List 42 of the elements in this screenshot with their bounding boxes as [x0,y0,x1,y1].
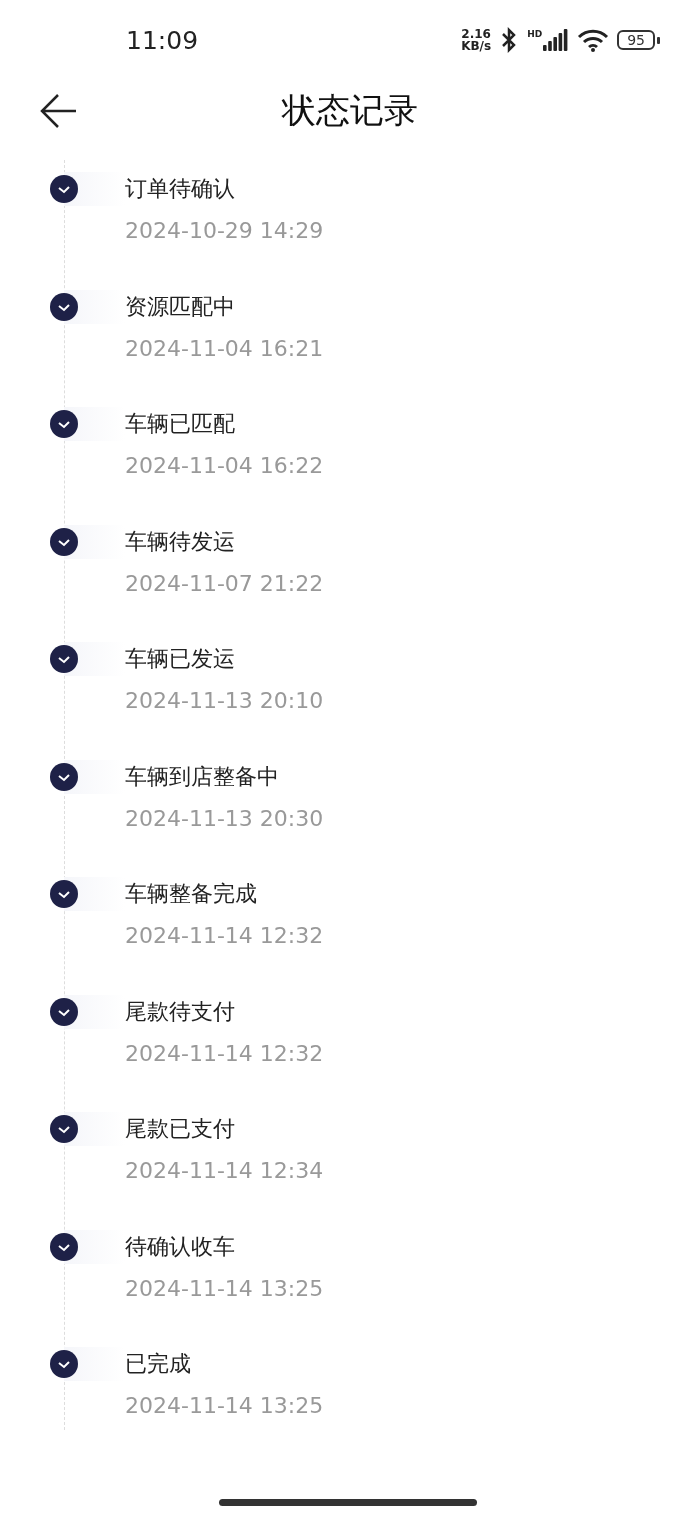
status-title: 已完成 [125,1350,192,1378]
check-circle-icon [50,762,78,791]
check-circle-icon [50,997,78,1026]
clock-time: 11:09 [126,25,199,55]
check-circle-icon [50,880,78,908]
status-time: 2024-11-14 13:25 [125,1275,325,1303]
check-circle-icon [50,1115,78,1143]
check-circle-icon [50,1232,78,1261]
status-time: 2024-11-14 13:25 [125,1393,325,1420]
signal-icon [543,29,570,51]
speed-unit: KB/s [461,40,492,52]
status-time: 2024-11-14 12:32 [125,1040,325,1068]
status-title: 车辆待发运 [125,527,236,556]
status-title: 尾款已支付 [125,1115,236,1143]
signal-label: HD [527,29,543,39]
wifi-icon [577,28,610,52]
battery-level: 95 [617,30,655,50]
check-circle-icon [50,292,78,321]
status-time: 2024-11-04 16:21 [125,335,325,363]
status-title: 车辆整备完成 [125,880,258,908]
status-title: 车辆已发运 [125,645,236,673]
status-title: 车辆已匹配 [125,410,236,438]
status-title: 待确认收车 [125,1232,236,1261]
check-circle-icon [50,527,78,556]
check-circle-icon [50,645,78,673]
status-title: 资源匹配中 [125,292,236,321]
page-title: 状态记录 [282,89,418,132]
status-title: 尾款待支付 [125,997,236,1026]
check-circle-icon [50,175,78,203]
status-time: 2024-11-14 12:32 [125,923,325,950]
status-time: 2024-11-07 21:22 [125,570,325,598]
status-time: 2024-11-04 16:22 [125,453,325,480]
status-title: 订单待确认 [125,175,236,203]
status-time: 2024-11-13 20:10 [125,688,325,715]
status-title: 车辆到店整备中 [125,762,280,791]
check-circle-icon [50,1350,78,1378]
network-speed: 2.16 [461,28,491,40]
status-time: 2024-11-13 20:30 [125,805,325,833]
check-circle-icon [50,410,78,438]
status-time: 2024-10-29 14:29 [125,218,325,245]
status-time: 2024-11-14 12:34 [125,1158,325,1185]
back-arrow-icon[interactable] [40,93,78,129]
